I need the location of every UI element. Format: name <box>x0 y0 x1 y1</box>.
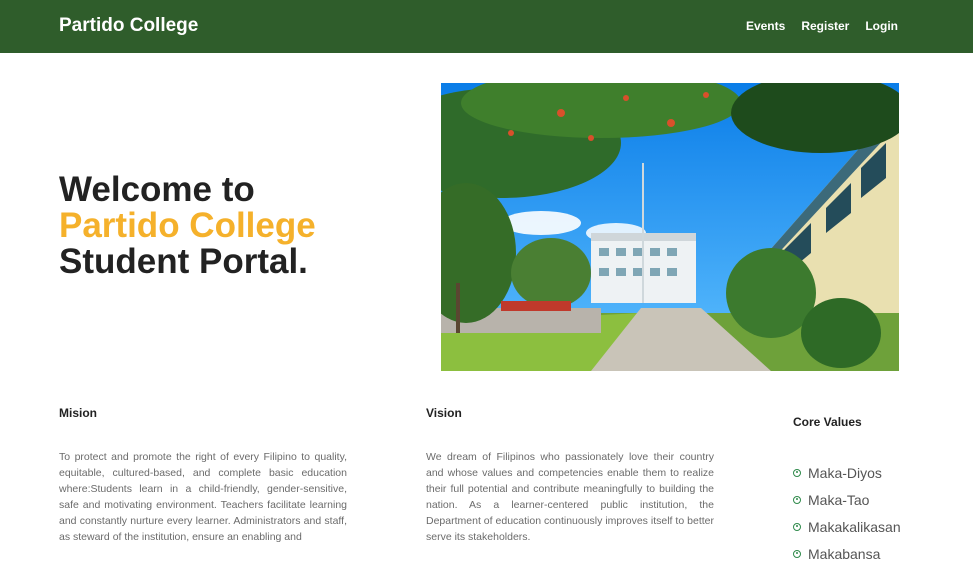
campus-photo <box>441 83 899 371</box>
vision-title: Vision <box>426 406 462 420</box>
circle-bullet-icon <box>793 495 801 504</box>
nav-link-register[interactable]: Register <box>801 19 849 33</box>
campus-photo-illustration <box>441 83 899 371</box>
hero-title: Welcome to Partido College Student Porta… <box>59 172 316 280</box>
core-value-item: Makakalikasan <box>793 513 901 540</box>
hero-title-college-name: Partido College <box>59 206 316 245</box>
hero-title-line1: Welcome to <box>59 170 255 209</box>
mission-title: Mision <box>59 406 97 420</box>
nav-links: Events Register Login <box>746 19 898 33</box>
nav-link-login[interactable]: Login <box>865 19 898 33</box>
mission-text: To protect and promote the right of ever… <box>59 451 347 543</box>
hero-title-line3: Student Portal. <box>59 242 308 281</box>
core-value-label: Makakalikasan <box>808 518 901 535</box>
core-values-list: Maka-Diyos Maka-Tao Makakalikasan Makaba… <box>793 459 901 567</box>
core-value-label: Maka-Diyos <box>808 464 882 481</box>
core-value-item: Maka-Tao <box>793 486 901 513</box>
circle-bullet-icon <box>793 549 801 558</box>
vision-text: We dream of Filipinos who passionately l… <box>426 451 714 543</box>
core-value-item: Makabansa <box>793 540 901 567</box>
circle-bullet-icon <box>793 468 801 477</box>
top-navbar: Partido College Events Register Login <box>0 0 973 53</box>
circle-bullet-icon <box>793 522 801 531</box>
core-value-label: Makabansa <box>808 545 881 562</box>
brand-logo-text[interactable]: Partido College <box>59 15 198 37</box>
core-value-item: Maka-Diyos <box>793 459 901 486</box>
nav-link-events[interactable]: Events <box>746 19 785 33</box>
core-value-label: Maka-Tao <box>808 491 870 508</box>
core-values-title: Core Values <box>793 415 862 429</box>
